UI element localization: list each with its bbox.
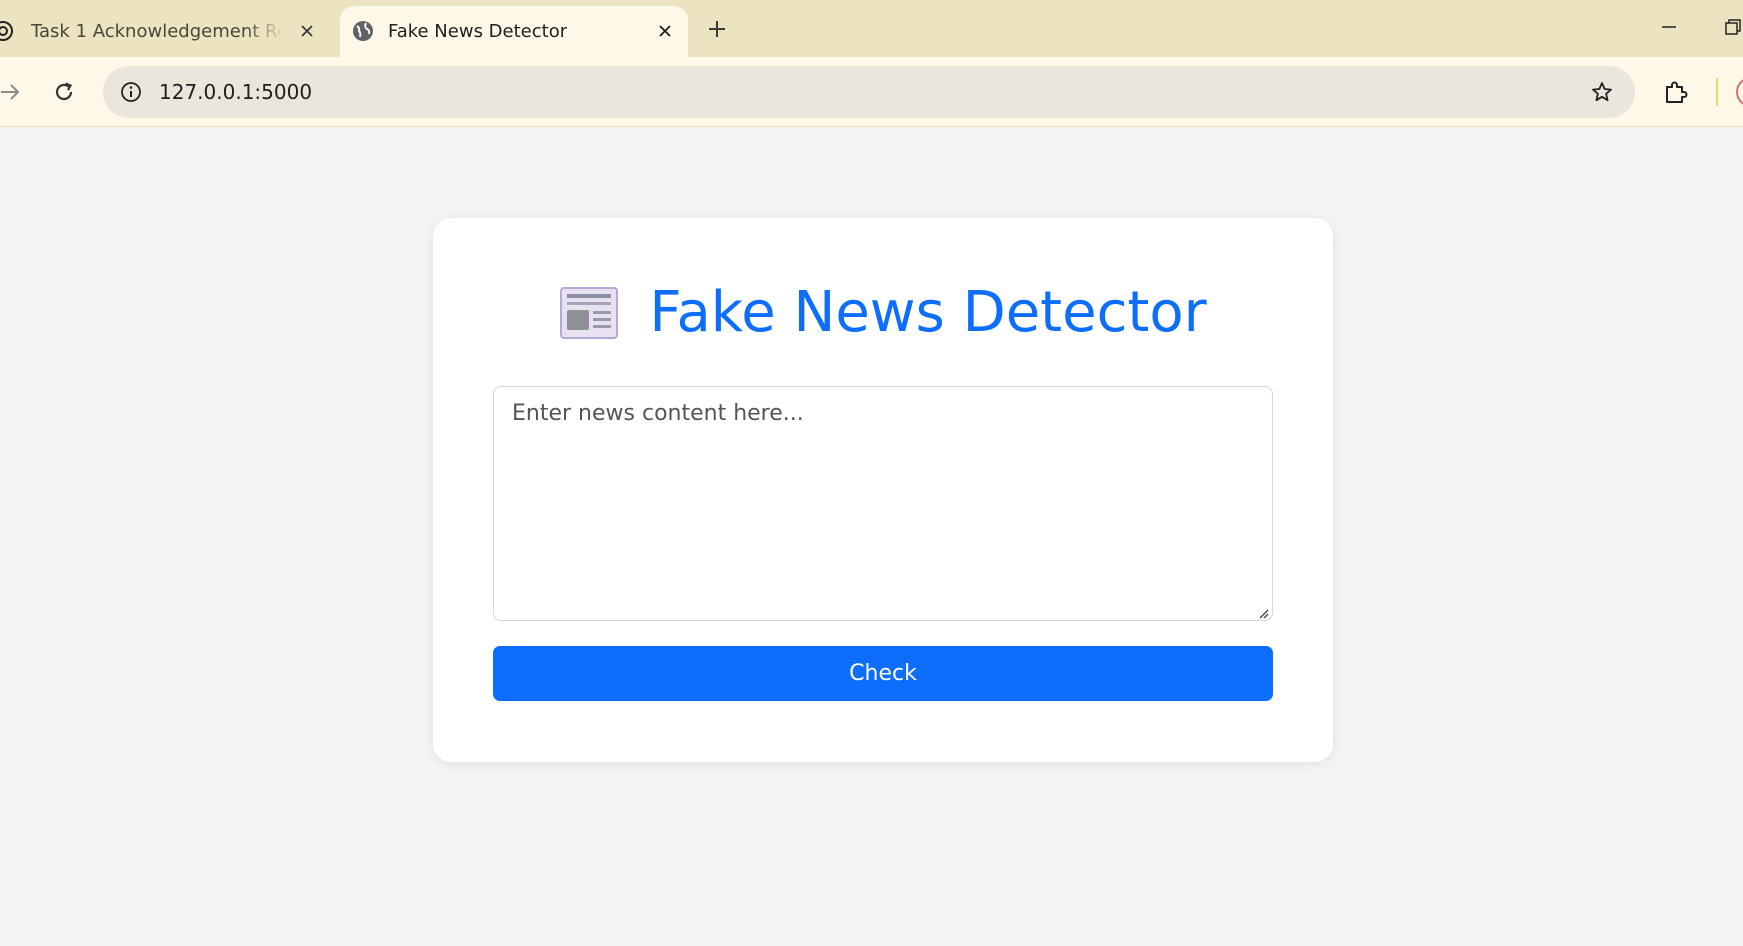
- toolbar-divider: [1716, 78, 1718, 106]
- profile-avatar[interactable]: [1736, 77, 1743, 107]
- restore-button[interactable]: [1716, 12, 1743, 42]
- news-content-input[interactable]: [493, 386, 1273, 621]
- tab-strip: Task 1 Acknowledgement Response Fake New…: [0, 0, 1743, 57]
- arrow-right-icon: [1, 84, 20, 100]
- tab-title: Fake News Detector: [388, 21, 568, 42]
- tab-title: Task 1 Acknowledgement Response: [31, 21, 283, 42]
- openai-logo-icon: [0, 21, 13, 41]
- forward-button[interactable]: [0, 72, 30, 112]
- new-tab-button[interactable]: [702, 14, 732, 44]
- puzzle-piece-icon: [1666, 81, 1688, 103]
- browser-toolbar: 127.0.0.1:5000: [0, 57, 1743, 127]
- resize-handle-icon[interactable]: [1257, 607, 1269, 619]
- address-bar[interactable]: 127.0.0.1:5000: [103, 66, 1635, 118]
- bookmark-star-icon[interactable]: [1587, 77, 1617, 107]
- reload-icon: [55, 82, 73, 101]
- plus-icon: [709, 21, 725, 37]
- detector-card: Fake News Detector Check: [433, 218, 1333, 762]
- page-title: Fake News Detector: [649, 280, 1207, 345]
- minimize-button[interactable]: [1652, 12, 1686, 42]
- close-tab-icon[interactable]: [294, 18, 320, 44]
- check-button[interactable]: Check: [493, 646, 1273, 701]
- page-header: Fake News Detector: [433, 280, 1333, 345]
- tab-task-acknowledgement[interactable]: Task 1 Acknowledgement Response: [0, 6, 336, 57]
- url-text: 127.0.0.1:5000: [159, 80, 313, 104]
- globe-icon: [353, 21, 373, 41]
- site-info-icon[interactable]: [115, 77, 147, 107]
- close-tab-icon[interactable]: [652, 18, 678, 44]
- newspaper-icon: [560, 286, 619, 339]
- extensions-button[interactable]: [1656, 72, 1696, 112]
- restore-icon: [1725, 19, 1741, 35]
- tab-fake-news-detector[interactable]: Fake News Detector: [340, 6, 688, 57]
- reload-button[interactable]: [44, 72, 84, 112]
- minimize-icon: [1662, 26, 1676, 28]
